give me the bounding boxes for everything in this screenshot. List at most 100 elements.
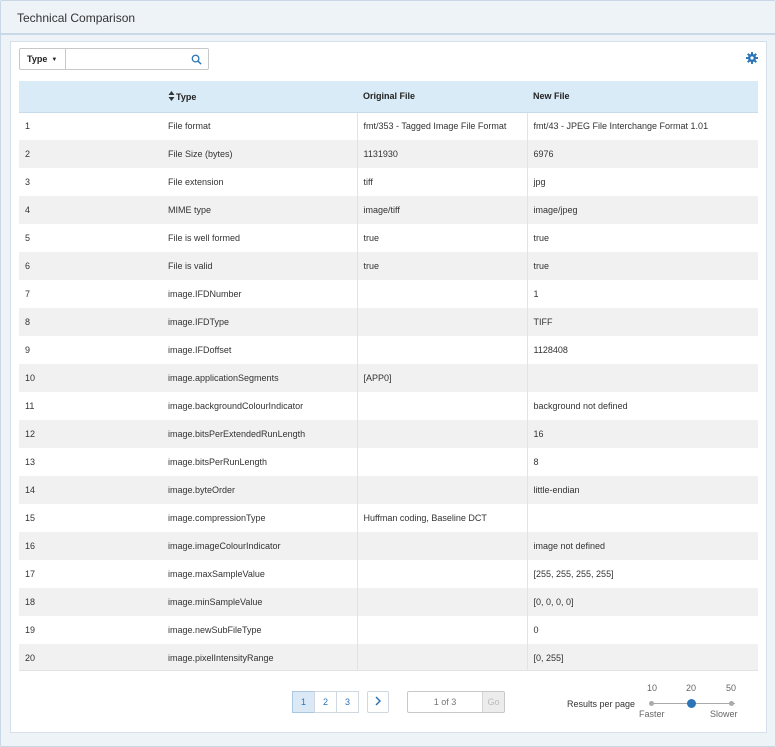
table-row: 12 image.bitsPerExtendedRunLength 16 — [19, 420, 758, 448]
cell-index: 11 — [19, 392, 162, 420]
page-button-1[interactable]: 1 — [292, 691, 315, 713]
cell-original-file — [356, 420, 528, 448]
table-row: 15 image.compressionType Huffman coding, B… — [19, 504, 758, 532]
next-page-button[interactable] — [367, 691, 389, 713]
cell-index: 5 — [19, 224, 162, 252]
cell-index: 1 — [19, 112, 162, 140]
cell-type: image.pixelIntensityRange — [162, 644, 357, 672]
cell-original-file — [356, 588, 528, 616]
cell-new-file: 8 — [527, 448, 758, 476]
table-row: 9 image.IFDoffset 1128408 — [19, 336, 758, 364]
cell-index: 20 — [19, 644, 162, 672]
cell-type: File Size (bytes) — [162, 140, 357, 168]
cell-new-file: [0, 0, 0, 0] — [527, 588, 758, 616]
rpp-option-10[interactable]: 10 — [642, 683, 662, 693]
column-header-index — [19, 81, 162, 113]
cell-index: 3 — [19, 168, 162, 196]
cell-original-file — [356, 560, 528, 588]
cell-type: File extension — [162, 168, 357, 196]
cell-index: 13 — [19, 448, 162, 476]
cell-original-file: Huffman coding, Baseline DCT — [356, 504, 528, 532]
cell-index: 6 — [19, 252, 162, 280]
cell-type: image.backgroundColourIndicator — [162, 392, 357, 420]
rpp-option-20[interactable]: 20 — [681, 683, 701, 693]
cell-new-file: little-endian — [527, 476, 758, 504]
cell-index: 12 — [19, 420, 162, 448]
results-per-page-slider[interactable]: 10 20 50 Faster Slower — [639, 683, 741, 719]
cell-index: 16 — [19, 532, 162, 560]
cell-original-file: [APP0] — [356, 364, 528, 392]
cell-new-file — [527, 364, 758, 392]
table-row: 14 image.byteOrder little-endian — [19, 476, 758, 504]
cell-type: image.compressionType — [162, 504, 357, 532]
cell-original-file: true — [356, 224, 528, 252]
cell-new-file: 1 — [527, 280, 758, 308]
table-row: 11 image.backgroundColourIndicator backgro… — [19, 392, 758, 420]
cell-new-file: 6976 — [527, 140, 758, 168]
type-filter-dropdown[interactable]: Type ▼ — [19, 48, 65, 70]
table-row: 16 image.imageColourIndicator image not de… — [19, 532, 758, 560]
chevron-right-icon — [375, 696, 382, 706]
cell-type: image.bitsPerRunLength — [162, 448, 357, 476]
results-per-page-label: Results per page — [567, 699, 636, 709]
cell-type: image.IFDNumber — [162, 280, 357, 308]
column-header-new-file: New File — [527, 81, 758, 113]
cell-index: 8 — [19, 308, 162, 336]
cell-index: 2 — [19, 140, 162, 168]
table-row: 5 File is well formed true true — [19, 224, 758, 252]
cell-type: image.bitsPerExtendedRunLength — [162, 420, 357, 448]
column-header-type[interactable]: Type — [162, 81, 357, 113]
cell-index: 17 — [19, 560, 162, 588]
cell-new-file: [0, 255] — [527, 644, 758, 672]
cell-original-file — [356, 308, 528, 336]
sort-icon[interactable] — [168, 90, 175, 101]
cell-original-file: true — [356, 252, 528, 280]
cell-original-file: 1131930 — [356, 140, 528, 168]
goto-page-input[interactable] — [408, 692, 482, 712]
rpp-option-50[interactable]: 50 — [721, 683, 741, 693]
cell-new-file: true — [527, 252, 758, 280]
search-icon[interactable] — [191, 54, 202, 65]
cell-original-file — [356, 336, 528, 364]
gear-icon[interactable] — [746, 52, 758, 64]
cell-new-file: [255, 255, 255, 255] — [527, 560, 758, 588]
cell-type: image.imageColourIndicator — [162, 532, 357, 560]
table-row: 17 image.maxSampleValue [255, 255, 255, 25… — [19, 560, 758, 588]
cell-type: MIME type — [162, 196, 357, 224]
table-row: 4 MIME type image/tiff image/jpeg — [19, 196, 758, 224]
rpp-handle[interactable] — [687, 699, 696, 708]
rpp-dot-50[interactable] — [729, 701, 734, 706]
rpp-dot-10[interactable] — [649, 701, 654, 706]
search-box[interactable] — [65, 48, 209, 70]
go-button[interactable]: Go — [482, 692, 504, 712]
type-filter-label: Type — [27, 54, 48, 64]
table-row: 6 File is valid true true — [19, 252, 758, 280]
cell-type: image.IFDoffset — [162, 336, 357, 364]
cell-new-file: TIFF — [527, 308, 758, 336]
table-row: 8 image.IFDType TIFF — [19, 308, 758, 336]
goto-page-box: Go — [407, 691, 505, 713]
table-row: 1 File format fmt/353 - Tagged Image File … — [19, 112, 758, 140]
cell-index: 18 — [19, 588, 162, 616]
comparison-table: Type Original File New File 1 File format… — [19, 81, 758, 672]
table-row: 2 File Size (bytes) 1131930 6976 — [19, 140, 758, 168]
cell-type: image.maxSampleValue — [162, 560, 357, 588]
table-row: 18 image.minSampleValue [0, 0, 0, 0] — [19, 588, 758, 616]
column-header-type-label: Type — [176, 91, 197, 102]
page-button-3[interactable]: 3 — [336, 691, 359, 713]
cell-original-file — [356, 532, 528, 560]
cell-type: image.applicationSegments — [162, 364, 357, 392]
cell-original-file — [356, 448, 528, 476]
cell-original-file — [356, 280, 528, 308]
cell-type: File is valid — [162, 252, 357, 280]
search-input[interactable] — [70, 49, 188, 69]
cell-type: image.newSubFileType — [162, 616, 357, 644]
cell-type: image.minSampleValue — [162, 588, 357, 616]
faster-label: Faster — [639, 709, 665, 719]
cell-index: 19 — [19, 616, 162, 644]
cell-original-file: tiff — [356, 168, 528, 196]
panel-title: Technical Comparison — [1, 1, 775, 35]
cell-new-file: background not defined — [527, 392, 758, 420]
cell-type: image.byteOrder — [162, 476, 357, 504]
page-button-2[interactable]: 2 — [314, 691, 337, 713]
